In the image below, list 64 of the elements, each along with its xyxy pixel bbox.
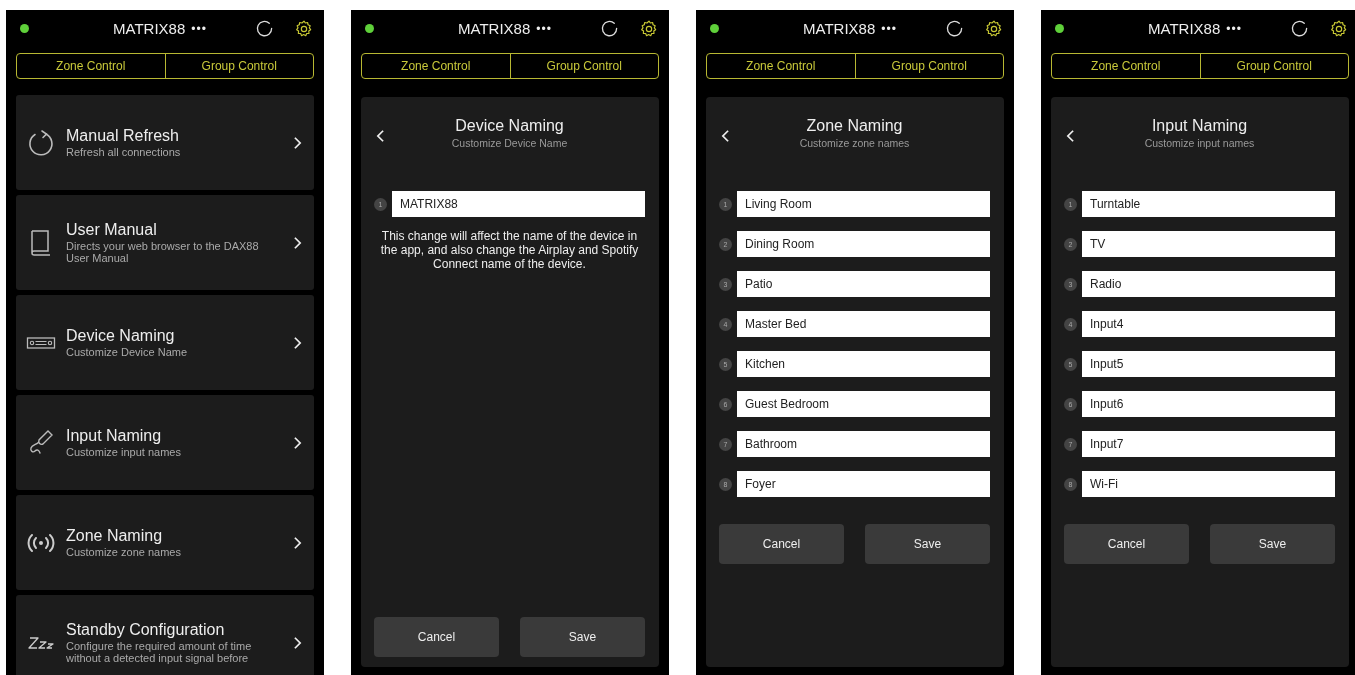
panel-title: Zone Naming: [806, 117, 903, 135]
segment-tab[interactable]: Group Control: [164, 54, 313, 78]
menu-title: Device Naming: [66, 327, 176, 345]
action-button[interactable]: Save: [1210, 524, 1335, 564]
name-input-field[interactable]: Master Bed: [737, 311, 990, 337]
segment-tab[interactable]: Group Control: [1199, 54, 1348, 78]
segment-tab[interactable]: Zone Control: [362, 54, 510, 78]
segment-tab[interactable]: Zone Control: [1052, 54, 1200, 78]
menu-subtitle: Directs your web browser to the DAX88 User Manual: [66, 240, 260, 264]
name-input-field[interactable]: Kitchen: [737, 351, 990, 377]
menu-title: Standby Configuration: [66, 621, 226, 639]
panel-title: Device Naming: [455, 117, 564, 135]
device-title: MATRIX88: [113, 20, 186, 37]
menu-subtitle: Customize Device Name: [66, 346, 189, 358]
name-input-field[interactable]: Wi-Fi: [1082, 471, 1335, 497]
name-input-field[interactable]: Dining Room: [737, 231, 990, 257]
menu-subtitle: Configure the required amount of time without a detected input signal before: [66, 640, 253, 664]
menu-title: Manual Refresh: [66, 127, 180, 145]
name-input-field[interactable]: Living Room: [737, 191, 990, 217]
panel-subtitle: Customize zone names: [799, 137, 910, 149]
name-input-field[interactable]: MATRIX88: [392, 191, 645, 217]
name-input-field[interactable]: Patio: [737, 271, 990, 297]
name-input-field[interactable]: Radio: [1082, 271, 1335, 297]
more-button[interactable]: •••: [1226, 21, 1242, 36]
menu-card[interactable]: Zone Naming Customize zone names: [16, 495, 314, 590]
action-button[interactable]: Cancel: [719, 524, 844, 564]
menu-title: Zone Naming: [66, 527, 164, 545]
name-input-field[interactable]: Input5: [1082, 351, 1335, 377]
more-button[interactable]: •••: [536, 21, 552, 36]
segment-tab[interactable]: Zone Control: [707, 54, 855, 78]
device-title: MATRIX88: [803, 20, 876, 37]
menu-subtitle: Customize input names: [66, 446, 182, 458]
panel-title: Input Naming: [1151, 117, 1248, 135]
menu-title: User Manual: [66, 221, 158, 239]
menu-subtitle: Customize zone names: [66, 546, 182, 558]
description-text: This change will affect the name of the device in the app, and also change the Airplay and Spotify Connect name of the device.: [379, 229, 640, 271]
name-input-field[interactable]: Input4: [1082, 311, 1335, 337]
segment-tab[interactable]: Group Control: [854, 54, 1003, 78]
name-input-field[interactable]: Guest Bedroom: [737, 391, 990, 417]
action-button[interactable]: Cancel: [1064, 524, 1189, 564]
name-input-field[interactable]: TV: [1082, 231, 1335, 257]
segment-tab[interactable]: Zone Control: [17, 54, 165, 78]
panel-subtitle: Customize input names: [1144, 137, 1255, 149]
action-button[interactable]: Save: [520, 617, 645, 657]
panel-subtitle: Customize Device Name: [451, 137, 568, 149]
more-button[interactable]: •••: [881, 21, 897, 36]
action-button[interactable]: Cancel: [374, 617, 499, 657]
menu-card[interactable]: Input Naming Customize input names: [16, 395, 314, 490]
menu-title: Input Naming: [66, 427, 163, 445]
menu-card[interactable]: Manual Refresh Refresh all connections: [16, 95, 314, 190]
menu-card[interactable]: Device Naming Customize Device Name: [16, 295, 314, 390]
menu-card[interactable]: Standby Configuration Configure the required amount of time without a detected input signal before: [16, 595, 314, 675]
name-input-field[interactable]: Input6: [1082, 391, 1335, 417]
segment-tab[interactable]: Group Control: [509, 54, 658, 78]
menu-card[interactable]: User Manual Directs your web browser to the DAX88 User Manual: [16, 195, 314, 290]
name-input-field[interactable]: Foyer: [737, 471, 990, 497]
name-input-field[interactable]: Bathroom: [737, 431, 990, 457]
device-title: MATRIX88: [458, 20, 531, 37]
device-title: MATRIX88: [1148, 20, 1221, 37]
menu-subtitle: Refresh all connections: [66, 146, 182, 158]
name-input-field[interactable]: Input7: [1082, 431, 1335, 457]
name-input-field[interactable]: Turntable: [1082, 191, 1335, 217]
action-button[interactable]: Save: [865, 524, 990, 564]
more-button[interactable]: •••: [191, 21, 207, 36]
